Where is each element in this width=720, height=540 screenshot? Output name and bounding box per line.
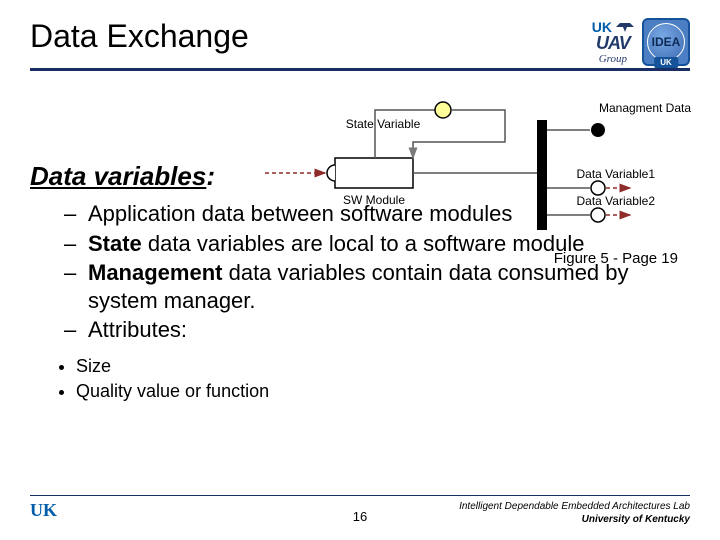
slide: Data Exchange UK UAV Group IDEA UK xyxy=(0,0,720,540)
list-item: Attributes: xyxy=(64,316,690,344)
sw-module-label: SW Module xyxy=(343,193,405,207)
footer: UK Intelligent Dependable Embedded Archi… xyxy=(30,495,690,526)
data-variable2-label: Data Variable2 xyxy=(577,194,656,208)
figure-caption: Figure 5 - Page 19 xyxy=(554,250,678,267)
uk-uav-logo: UK UAV Group xyxy=(592,20,634,65)
uav-text: UAV xyxy=(596,34,630,52)
idea-text: IDEA xyxy=(652,35,681,49)
list-item: Quality value or function xyxy=(76,379,690,404)
sub-2: Quality value or function xyxy=(76,381,269,401)
uk-footer-logo: UK xyxy=(30,500,57,521)
data-variable1-label: Data Variable1 xyxy=(577,167,656,181)
header: Data Exchange UK UAV Group IDEA UK xyxy=(30,18,690,66)
university-line: University of Kentucky xyxy=(459,513,690,526)
architecture-diagram: SW Module State Variable Managment Data … xyxy=(275,80,705,260)
lab-line: Intelligent Dependable Embedded Architec… xyxy=(459,500,690,513)
footer-divider xyxy=(30,495,690,496)
management-data-label: Managment Data xyxy=(599,101,691,115)
bullet-2-bold: State xyxy=(88,231,142,256)
list-item: Management data variables contain data c… xyxy=(64,259,690,314)
state-variable-label: State Variable xyxy=(346,117,421,131)
uk-text: UK xyxy=(592,20,612,34)
heading-underlined: Data variables xyxy=(30,161,206,191)
bullet-3-bold: Management xyxy=(88,260,222,285)
list-item: Size xyxy=(76,354,690,379)
page-title: Data Exchange xyxy=(30,18,249,65)
lab-name: Intelligent Dependable Embedded Architec… xyxy=(459,500,690,526)
heading-colon: : xyxy=(206,161,215,191)
group-text: Group xyxy=(599,54,627,65)
sub-bullet-list: Size Quality value or function xyxy=(76,354,690,404)
header-divider xyxy=(30,68,690,71)
sub-1: Size xyxy=(76,356,111,376)
header-logos: UK UAV Group IDEA UK xyxy=(592,18,690,66)
idea-logo: IDEA UK xyxy=(642,18,690,66)
uk-tab: UK xyxy=(654,57,678,68)
uav-plane-icon xyxy=(616,22,634,32)
bullet-4: Attributes: xyxy=(88,317,187,342)
